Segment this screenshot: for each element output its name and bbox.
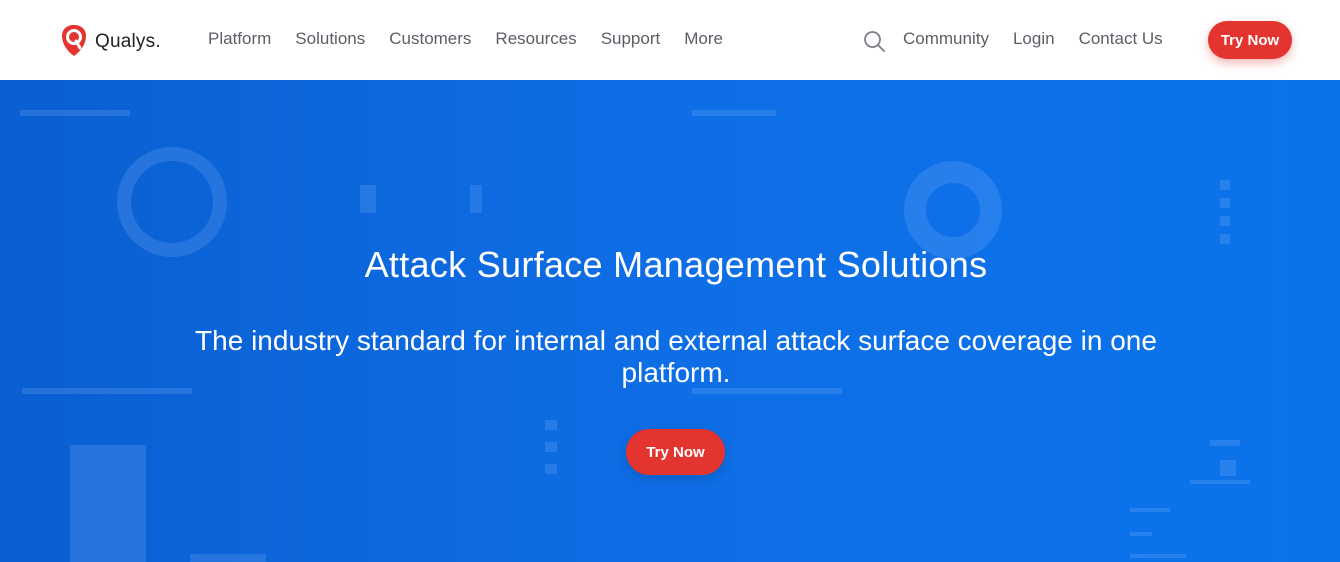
menu-item-more[interactable]: More [684,29,723,49]
utility-links: Community Login Contact Us [903,29,1187,49]
try-now-hero-button[interactable]: Try Now [626,429,725,475]
logo-wordmark: Qualys. [95,31,161,53]
qualys-shield-icon [62,25,86,56]
main-menu: Platform Solutions Customers Resources S… [208,29,747,49]
hero-subtitle: The industry standard for internal and e… [195,325,1157,388]
dashboard-background-illustration [20,110,1250,562]
login-link[interactable]: Login [1013,29,1055,49]
hero-banner: Attack Surface Management Solutions The … [0,80,1340,562]
community-link[interactable]: Community [903,29,989,49]
menu-item-solutions[interactable]: Solutions [295,29,365,49]
menu-item-resources[interactable]: Resources [495,29,576,49]
qualys-logo[interactable]: Qualys. [59,24,161,57]
menu-item-support[interactable]: Support [601,29,661,49]
try-now-nav-button[interactable]: Try Now [1208,21,1292,59]
brand-name: Qualys [95,30,156,52]
menu-item-customers[interactable]: Customers [389,29,471,49]
brand-trademark-dot: . [155,30,161,52]
hero-title: Attack Surface Management Solutions [364,244,988,285]
contact-us-link[interactable]: Contact Us [1079,29,1163,49]
menu-item-platform[interactable]: Platform [208,29,271,49]
search-icon[interactable] [863,30,885,52]
top-navigation: Qualys. Platform Solutions Customers Res… [0,0,1340,80]
